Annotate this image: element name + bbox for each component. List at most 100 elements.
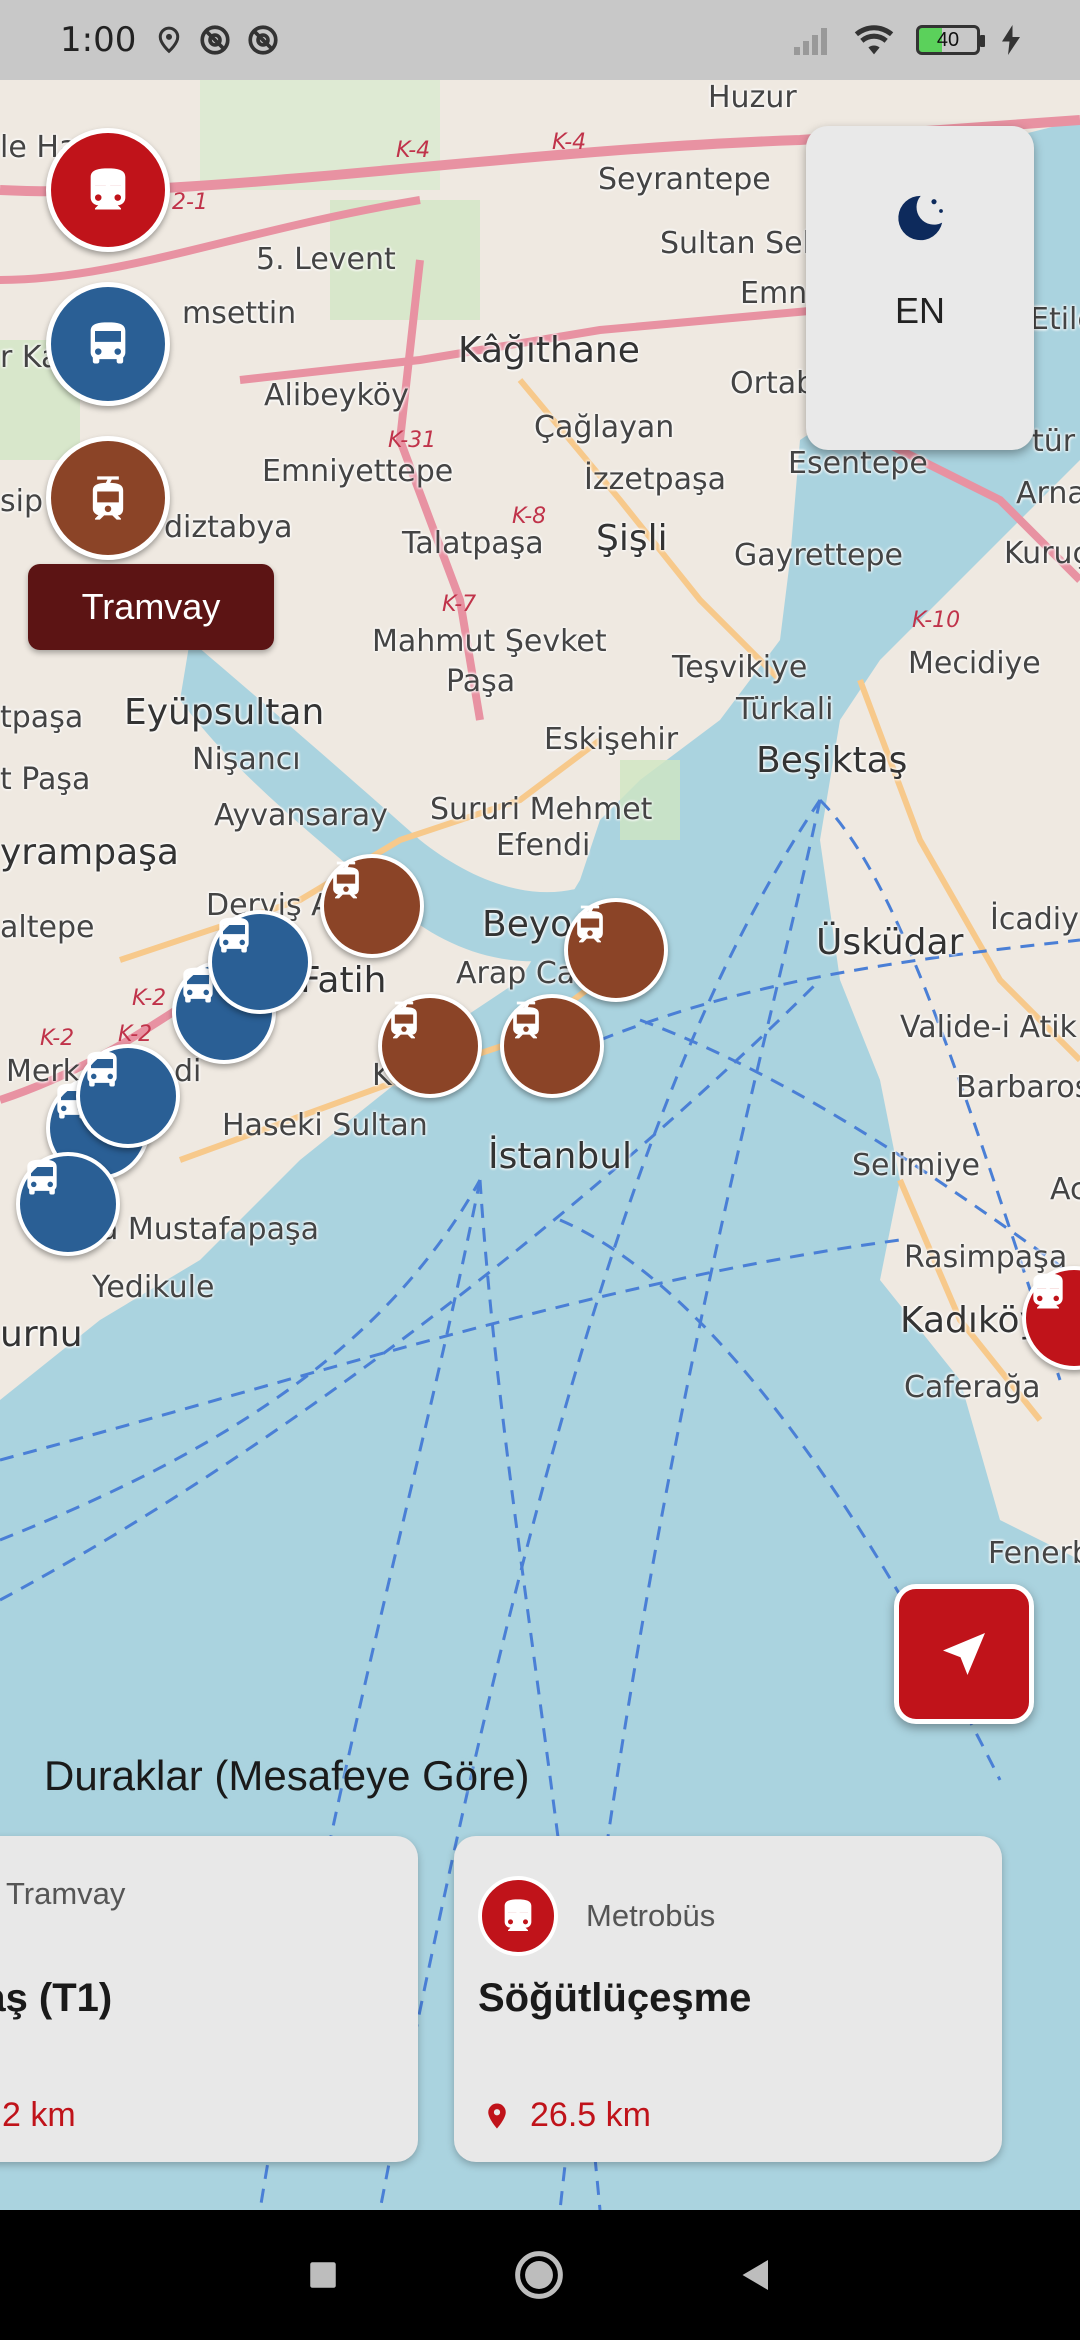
- map-label: Huzur: [708, 80, 797, 115]
- stop-distance: 26.5 km: [530, 2096, 651, 2134]
- map-label: Şişli: [596, 518, 668, 559]
- map-label: Fenerb: [988, 1536, 1080, 1571]
- road-label: K-8: [512, 504, 547, 529]
- map-label: Nişancı: [192, 742, 301, 777]
- status-time: 1:00: [60, 20, 137, 60]
- map-label: Paşa: [446, 664, 516, 699]
- map-label: tür: [1032, 424, 1076, 459]
- map-label: İstanbul: [488, 1136, 633, 1177]
- road-label: K-4: [396, 138, 431, 163]
- tram-stop-marker[interactable]: [564, 898, 668, 1002]
- stop-type-label: Metrobüs: [586, 1898, 716, 1933]
- map-label: Caferağa: [904, 1370, 1041, 1405]
- system-nav-bar: [0, 2210, 1080, 2340]
- metrobus-filter-button[interactable]: [46, 128, 170, 252]
- map-label: Fatih: [300, 960, 387, 1001]
- circle-icon[interactable]: [512, 2248, 566, 2302]
- map-label: urnu: [0, 1314, 83, 1355]
- moon-icon[interactable]: [892, 190, 948, 246]
- stop-card[interactable]: Metrobüs Söğütlüçeşme 26.5 km: [454, 1836, 1002, 2162]
- map-label: Etile: [1030, 302, 1080, 337]
- map-label: Haseki Sultan: [222, 1108, 428, 1143]
- tram-icon: [82, 472, 134, 524]
- map-label: Ayvansaray: [214, 798, 388, 833]
- map-label: Emniyettepe: [262, 454, 454, 489]
- stop-name: taş (T1): [0, 1976, 113, 2020]
- road-label: K-2: [40, 1026, 75, 1051]
- location-status-icon: [159, 26, 180, 54]
- battery-icon: 40: [916, 25, 985, 55]
- map-label: tpaşa: [0, 700, 84, 735]
- map-label: sip: [0, 484, 44, 519]
- map-label: Üsküdar: [816, 922, 964, 963]
- road-label: K-10: [912, 608, 961, 633]
- stop-card[interactable]: Tramvay taş (T1) 2 km: [0, 1836, 418, 2162]
- stop-name: Söğütlüçeşme: [478, 1976, 752, 2020]
- map-label: msettin: [182, 296, 297, 331]
- triangle-back-icon[interactable]: [738, 2255, 774, 2295]
- map-label: Teşvikiye: [672, 650, 808, 685]
- navigation-arrow-icon: [943, 1633, 985, 1675]
- bus-filter-button[interactable]: [46, 282, 170, 406]
- tram-stop-marker[interactable]: [378, 994, 482, 1098]
- map-label: Seyrantepe: [598, 162, 771, 197]
- bus-icon: [20, 1156, 64, 1200]
- bus-stop-marker[interactable]: [16, 1152, 120, 1256]
- metrobus-icon: [82, 164, 134, 216]
- road-label: K-31: [388, 428, 437, 453]
- map-label: yrampaşa: [0, 832, 179, 873]
- metrobus-icon: [1026, 1270, 1070, 1314]
- map-label: Kâğıthane: [458, 330, 640, 371]
- road-label: K-4: [552, 130, 587, 155]
- locate-me-button[interactable]: [894, 1584, 1034, 1724]
- language-toggle[interactable]: EN: [895, 290, 945, 332]
- map-label: altepe: [0, 910, 95, 945]
- map-label: Barbaros: [956, 1070, 1080, 1105]
- tram-icon: [504, 998, 548, 1042]
- sync-status-icon-2: [248, 25, 278, 55]
- map-label: Ortab: [730, 366, 816, 401]
- map-label: a Mustafapaşa: [100, 1212, 319, 1247]
- bus-icon: [82, 318, 134, 370]
- map-label: Efendi: [496, 828, 591, 863]
- map-label: Eyüpsultan: [124, 692, 325, 733]
- tram-stop-marker[interactable]: [500, 994, 604, 1098]
- bus-stop-marker[interactable]: [208, 910, 312, 1014]
- wifi-icon: [854, 25, 894, 55]
- tram-stop-marker[interactable]: [320, 854, 424, 958]
- tram-filter-tooltip: Tramvay: [28, 564, 274, 650]
- stop-type-label: Tramvay: [6, 1876, 126, 1911]
- stop-distance: 2 km: [2, 2096, 76, 2134]
- metrobus-icon: [478, 1876, 558, 1956]
- bus-icon: [212, 914, 256, 958]
- map-label: Çağlayan: [534, 410, 675, 445]
- sync-status-icon: [200, 25, 230, 55]
- road-label: K-2: [132, 986, 167, 1011]
- map-label: İzzetpaşa: [584, 462, 727, 497]
- bus-stop-marker[interactable]: [76, 1044, 180, 1148]
- map-label: Kadıköy: [900, 1300, 1041, 1341]
- tram-filter-button[interactable]: [46, 436, 170, 560]
- map-label: Gayrettepe: [734, 538, 903, 573]
- map-label: Sururi Mehmet: [430, 792, 653, 827]
- map-label: t Paşa: [0, 762, 91, 797]
- map-label: Beşiktaş: [756, 740, 908, 781]
- map-label: Talatpaşa: [402, 526, 544, 561]
- map-label: Arna: [1016, 476, 1080, 511]
- location-pin-icon: [488, 2103, 506, 2128]
- map-label: Alibeyköy: [264, 378, 409, 413]
- signal-icon: [794, 28, 827, 55]
- map-label: Eskişehir: [544, 722, 679, 757]
- charging-icon: [1002, 25, 1020, 55]
- tram-icon: [382, 998, 426, 1042]
- tram-icon: [324, 858, 368, 902]
- bus-icon: [80, 1048, 124, 1092]
- settings-card: EN: [806, 126, 1034, 450]
- road-label: K-7: [442, 592, 477, 617]
- square-icon[interactable]: [306, 2258, 340, 2292]
- map-label: İcadiy: [990, 902, 1079, 937]
- map-label: Arap Ca: [456, 956, 576, 991]
- map-label: Yedikule: [92, 1270, 215, 1305]
- map-label: Beyo: [482, 904, 573, 945]
- map-label: Valide-i Atik: [900, 1010, 1077, 1045]
